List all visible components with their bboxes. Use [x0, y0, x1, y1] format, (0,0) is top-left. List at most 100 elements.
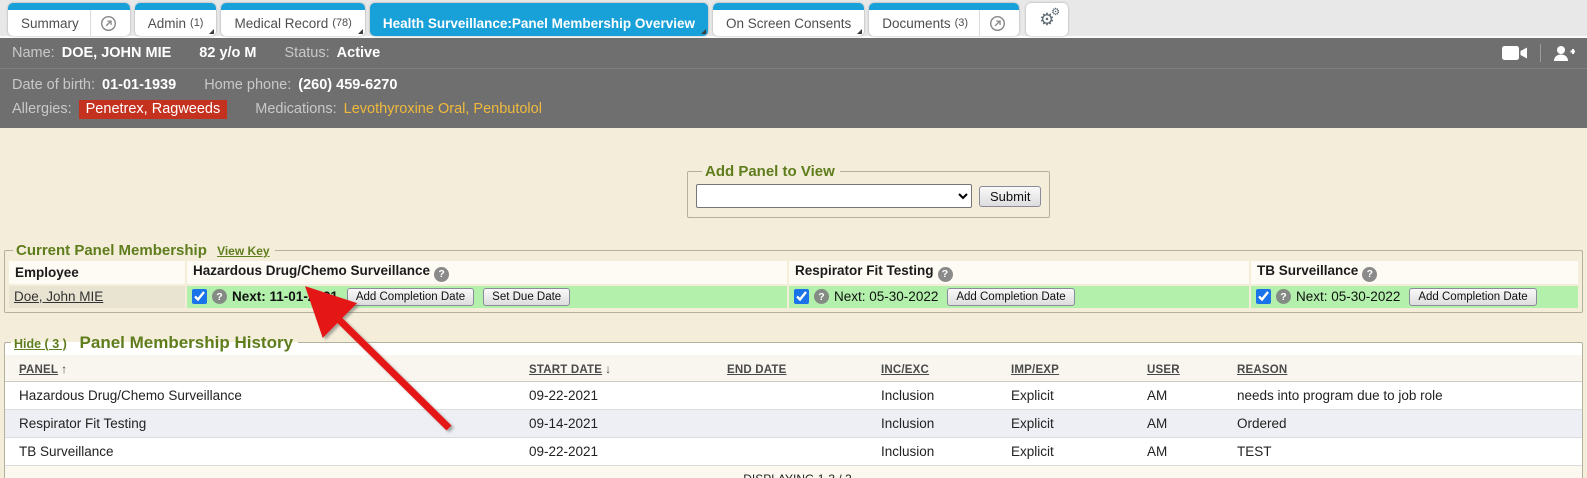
phone-value: (260) 459-6270 — [298, 77, 397, 93]
tab-label: Documents — [882, 16, 950, 31]
panel-cell: Respirator Fit Testing — [5, 409, 523, 437]
submit-button[interactable]: Submit — [979, 186, 1041, 207]
panel-select[interactable] — [696, 184, 972, 208]
next-due-text: Next: 05-30-2022 — [834, 289, 938, 304]
tab-count: (1) — [190, 17, 203, 29]
help-icon[interactable]: ? — [212, 289, 227, 304]
tab-health-surveillance[interactable]: Health Surveillance:Panel Membership Ove… — [370, 3, 708, 36]
imp-exp-cell: Explicit — [1005, 409, 1141, 437]
imp-exp-column-header: IMP/EXP — [1005, 355, 1141, 382]
allergies-badge[interactable]: Penetrex, Ragweeds — [79, 100, 228, 119]
end-date-cell — [721, 437, 875, 465]
start-date-column-header: START DATE↓ — [523, 355, 721, 382]
person-plus-icon — [1553, 45, 1575, 62]
start-date-cell: 09-14-2021 — [523, 409, 721, 437]
employee-column-header: Employee — [9, 261, 185, 284]
respirator-cell: ? Next: 05-30-2022 Add Completion Date — [789, 286, 1249, 308]
medications-value: Levothyroxine Oral, Penbutolol — [344, 101, 542, 117]
tab-count: (78) — [332, 17, 352, 29]
tab-medical-record[interactable]: Medical Record (78) — [221, 3, 364, 36]
help-icon[interactable]: ? — [938, 267, 953, 282]
tab-dropdown-notch-icon[interactable] — [701, 29, 706, 34]
patient-banner: Name: DOE, JOHN MIE 82 y/o M Status: Act… — [0, 38, 1587, 128]
add-panel-section: Add Panel to View Submit — [687, 163, 1050, 218]
tab-summary[interactable]: Summary — [8, 3, 130, 36]
table-row: TB Surveillance 09-22-2021 Inclusion Exp… — [5, 437, 1582, 465]
tab-dropdown-notch-icon[interactable] — [857, 29, 862, 34]
status-label: Status: — [285, 45, 330, 61]
reason-cell: TEST — [1231, 437, 1582, 465]
popout-icon[interactable] — [979, 10, 1006, 36]
add-completion-date-button[interactable]: Add Completion Date — [347, 288, 474, 306]
add-person-button[interactable] — [1553, 45, 1575, 62]
sort-descending-icon[interactable]: ↓ — [605, 362, 611, 376]
tab-dropdown-notch-icon[interactable] — [358, 29, 363, 34]
end-date-cell — [721, 409, 875, 437]
imp-exp-cell: Explicit — [1005, 437, 1141, 465]
tab-accent-bar — [869, 3, 1019, 10]
inc-exc-cell: Inclusion — [875, 381, 1005, 409]
popout-icon[interactable] — [90, 10, 117, 36]
video-visit-button[interactable] — [1502, 45, 1528, 61]
patient-name: DOE, JOHN MIE — [62, 45, 172, 61]
respirator-membership-checkbox[interactable] — [794, 289, 809, 304]
sort-ascending-icon[interactable]: ↑ — [61, 362, 67, 376]
end-date-column-header: END DATE — [721, 355, 875, 382]
respirator-column-header: Respirator Fit Testing? — [789, 261, 1249, 284]
add-completion-date-button[interactable]: Add Completion Date — [1409, 288, 1536, 306]
hazardous-cell: ? Next: 11-01-2021 Add Completion Date S… — [187, 286, 787, 308]
patient-age-sex: 82 y/o M — [199, 45, 256, 61]
reason-cell: Ordered — [1231, 409, 1582, 437]
history-table: PANEL↑ START DATE↓ END DATE INC/EXC IMP/… — [5, 355, 1582, 478]
hide-link[interactable]: Hide ( 3 ) — [14, 337, 67, 351]
tab-dropdown-notch-icon[interactable] — [209, 29, 214, 34]
tab-accent-bar — [370, 3, 708, 10]
help-icon[interactable]: ? — [1276, 289, 1291, 304]
medications-label: Medications: — [255, 101, 336, 117]
tab-accent-bar — [713, 3, 864, 10]
tab-label: Medical Record — [234, 16, 328, 31]
tab-label: Summary — [21, 16, 79, 31]
next-due-text: Next: 11-01-2021 — [232, 289, 338, 304]
tab-accent-bar — [221, 3, 364, 10]
history-section: Hide ( 3 ) Panel Membership History PANE… — [4, 333, 1583, 478]
hazardous-membership-checkbox[interactable] — [192, 289, 207, 304]
inc-exc-cell: Inclusion — [875, 409, 1005, 437]
current-panel-header-row: Employee Hazardous Drug/Chemo Surveillan… — [9, 261, 1578, 284]
settings-button[interactable]: ⚙ ⚙ — [1026, 3, 1068, 36]
history-header-row: PANEL↑ START DATE↓ END DATE INC/EXC IMP/… — [5, 355, 1582, 382]
table-row: Respirator Fit Testing 09-14-2021 Inclus… — [5, 409, 1582, 437]
tab-label: Admin — [148, 16, 186, 31]
tb-membership-checkbox[interactable] — [1256, 289, 1271, 304]
employee-cell: Doe, John MIE — [9, 286, 185, 308]
tab-label: On Screen Consents — [726, 16, 851, 31]
employee-link[interactable]: Doe, John MIE — [14, 289, 103, 304]
current-panel-title: Current Panel Membership — [16, 242, 207, 259]
inc-exc-cell: Inclusion — [875, 437, 1005, 465]
imp-exp-cell: Explicit — [1005, 381, 1141, 409]
panel-cell: TB Surveillance — [5, 437, 523, 465]
help-icon[interactable]: ? — [434, 267, 449, 282]
tab-on-screen-consents[interactable]: On Screen Consents — [713, 3, 864, 36]
name-label: Name: — [12, 45, 55, 61]
user-cell: AM — [1141, 437, 1231, 465]
reason-column-header: REASON — [1231, 355, 1582, 382]
tab-accent-bar — [135, 3, 217, 10]
dob-label: Date of birth: — [12, 77, 95, 93]
reason-cell: needs into program due to job role — [1231, 381, 1582, 409]
help-icon[interactable]: ? — [1362, 267, 1377, 282]
user-cell: AM — [1141, 381, 1231, 409]
user-cell: AM — [1141, 409, 1231, 437]
view-key-link[interactable]: View Key — [217, 244, 269, 258]
tab-documents[interactable]: Documents (3) — [869, 3, 1019, 36]
help-icon[interactable]: ? — [814, 289, 829, 304]
set-due-date-button[interactable]: Set Due Date — [483, 288, 570, 306]
current-panel-section: Current Panel Membership View Key Employ… — [4, 242, 1583, 313]
inc-exc-column-header: INC/EXC — [875, 355, 1005, 382]
tab-count: (3) — [955, 17, 968, 29]
user-column-header: USER — [1141, 355, 1231, 382]
tb-cell: ? Next: 05-30-2022 Add Completion Date — [1251, 286, 1578, 308]
tab-admin[interactable]: Admin (1) — [135, 3, 217, 36]
add-completion-date-button[interactable]: Add Completion Date — [947, 288, 1074, 306]
start-date-cell: 09-22-2021 — [523, 381, 721, 409]
